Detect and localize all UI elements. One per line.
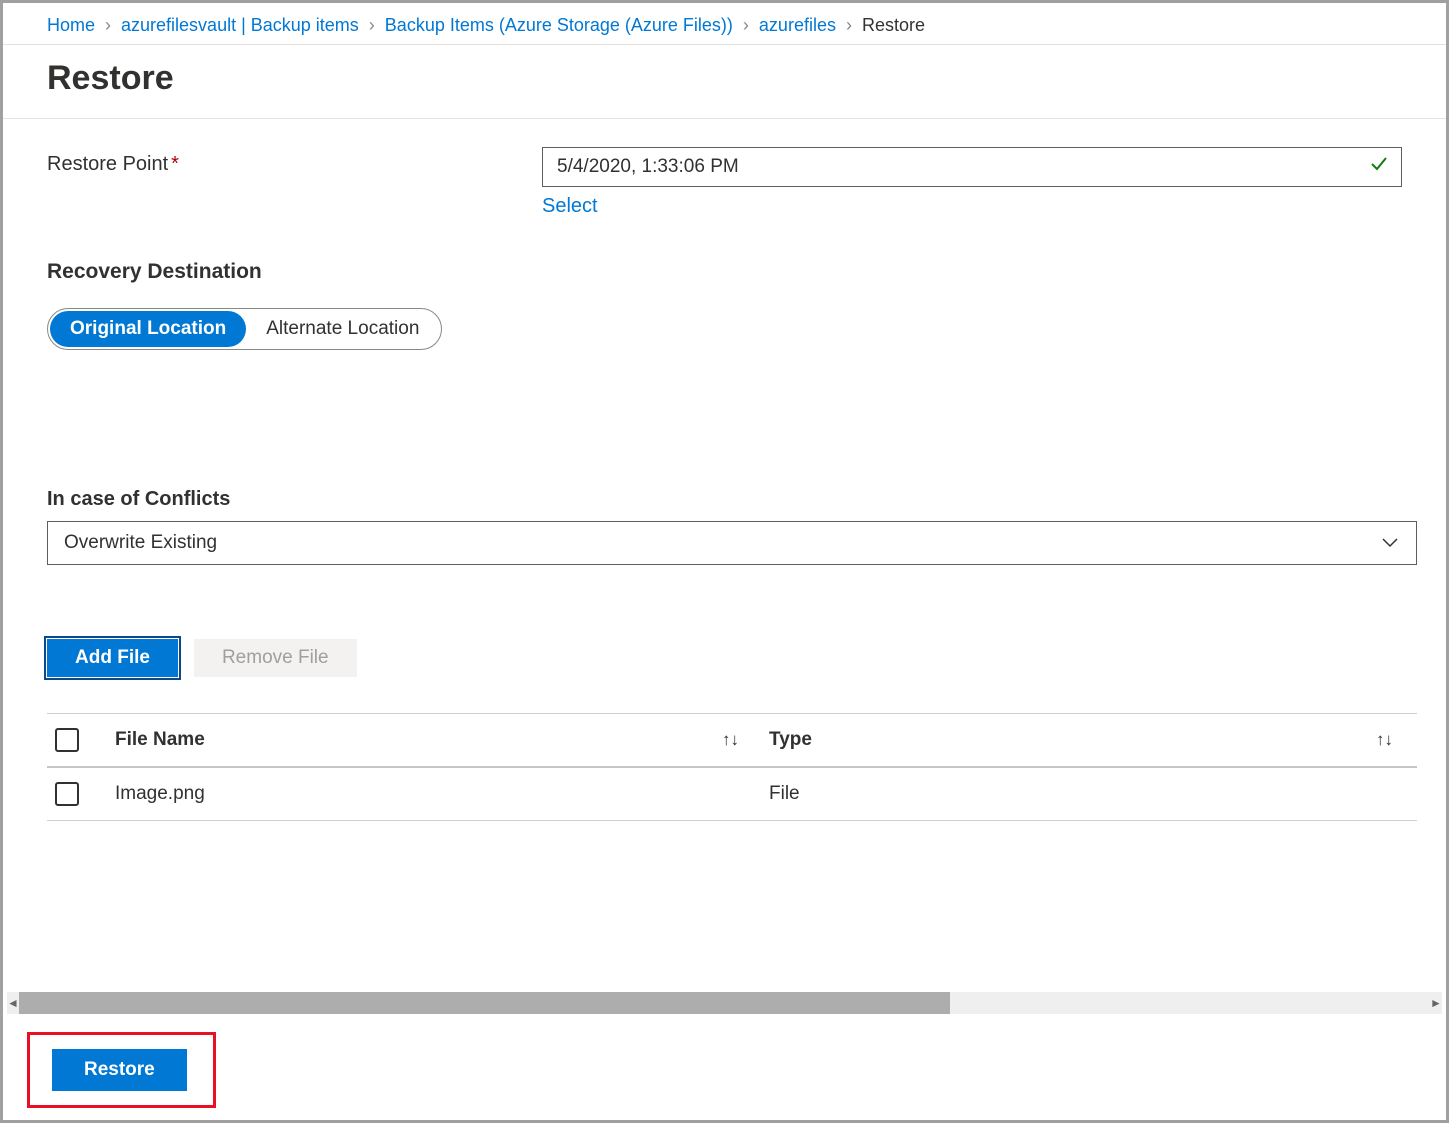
chevron-right-icon: › [846, 15, 852, 36]
scroll-right-icon[interactable]: ► [1430, 992, 1442, 1014]
scroll-track[interactable] [19, 992, 1430, 1014]
col-header-type[interactable]: Type [769, 729, 812, 751]
col-header-filename[interactable]: File Name [115, 729, 205, 751]
recovery-destination-label: Recovery Destination [47, 260, 1422, 284]
breadcrumb-home[interactable]: Home [47, 15, 95, 36]
remove-file-button: Remove File [194, 639, 357, 677]
add-file-button[interactable]: Add File [47, 639, 178, 677]
breadcrumb-vault[interactable]: azurefilesvault | Backup items [121, 15, 359, 36]
toggle-alternate-location[interactable]: Alternate Location [246, 311, 439, 347]
page-title: Restore [3, 45, 1446, 119]
scroll-left-icon[interactable]: ◄ [7, 992, 19, 1014]
restore-point-input[interactable]: 5/4/2020, 1:33:06 PM [542, 147, 1402, 187]
select-all-checkbox[interactable] [55, 728, 79, 752]
chevron-right-icon: › [369, 15, 375, 36]
file-type-cell: File [769, 783, 800, 805]
chevron-right-icon: › [105, 15, 111, 36]
horizontal-scrollbar[interactable]: ◄ ► [7, 992, 1442, 1014]
sort-icon[interactable]: ↑↓ [722, 730, 739, 750]
table-header-row: File Name ↑↓ Type ↑↓ [47, 713, 1417, 768]
toggle-original-location[interactable]: Original Location [50, 311, 246, 347]
breadcrumb-backup-items[interactable]: Backup Items (Azure Storage (Azure Files… [385, 15, 733, 36]
recovery-destination-toggle: Original Location Alternate Location [47, 308, 442, 350]
restore-highlight-box: Restore [27, 1032, 216, 1108]
scroll-thumb[interactable] [19, 992, 950, 1014]
restore-point-label: Restore Point* [47, 147, 542, 176]
valid-check-icon [1369, 154, 1389, 180]
conflicts-select[interactable]: Overwrite Existing [47, 521, 1417, 565]
file-table: File Name ↑↓ Type ↑↓ Image.png File [47, 713, 1417, 821]
table-row[interactable]: Image.png File [47, 768, 1417, 821]
breadcrumb-current: Restore [862, 15, 925, 36]
sort-icon[interactable]: ↑↓ [1376, 730, 1393, 750]
conflicts-value: Overwrite Existing [64, 532, 217, 553]
restore-point-value: 5/4/2020, 1:33:06 PM [557, 156, 739, 177]
footer: Restore [7, 1016, 1442, 1116]
chevron-right-icon: › [743, 15, 749, 36]
restore-button[interactable]: Restore [52, 1049, 187, 1091]
select-restore-point-link[interactable]: Select [542, 195, 598, 218]
breadcrumb-share[interactable]: azurefiles [759, 15, 836, 36]
row-checkbox[interactable] [55, 782, 79, 806]
breadcrumb: Home › azurefilesvault | Backup items › … [3, 3, 1446, 45]
chevron-down-icon [1382, 532, 1398, 554]
file-name-cell: Image.png [115, 783, 205, 805]
conflicts-label: In case of Conflicts [47, 488, 1422, 511]
